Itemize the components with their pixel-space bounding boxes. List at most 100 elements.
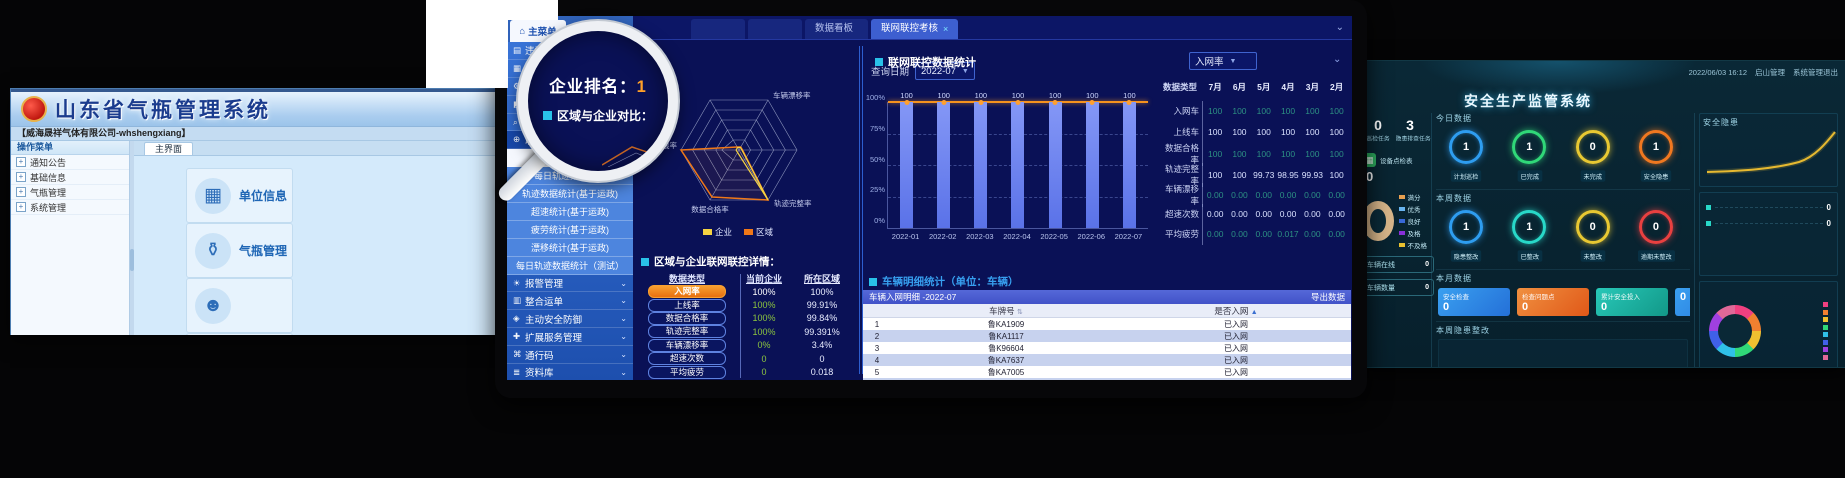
document-tab[interactable]: 联网联控考核× <box>871 19 958 39</box>
gauge-ring: 1 <box>1639 130 1673 164</box>
nav-item[interactable]: + 系统管理 <box>11 200 129 215</box>
sidebar-menu-item[interactable]: ◈ 主动安全防御 ⌄ <box>507 310 633 328</box>
bar-cell: 100 <box>974 102 987 228</box>
sidebar-menu-item[interactable]: 超速统计(基于运政) <box>507 203 633 221</box>
user-name[interactable]: 启山管理 <box>1755 67 1785 78</box>
legend-item: 满分 <box>1399 192 1428 202</box>
vehicle-row[interactable]: 5 鲁KA7005 已入网 <box>863 366 1351 378</box>
region-value: 99.391% <box>793 327 851 337</box>
gauge: 1 计划巡检 <box>1438 128 1494 184</box>
menu-item-icon: ⊕ <box>513 134 525 145</box>
stat-card[interactable]: 安全检查 0 <box>1438 288 1510 316</box>
metric-button[interactable]: 超速次数 <box>648 352 726 365</box>
region-value: 99.91% <box>793 300 851 310</box>
chevron-down-icon[interactable]: ⌄ <box>1336 22 1344 33</box>
section-square-icon <box>869 278 877 286</box>
sidebar-menu-item[interactable]: ▥ 整合运单 ⌄ <box>507 292 633 310</box>
expand-plus-icon[interactable]: + <box>16 202 26 212</box>
legend-item: 不及格 <box>1399 240 1428 250</box>
table-divider <box>740 274 741 378</box>
menu-item-icon: ≣ <box>513 367 525 378</box>
vehicle-stat-value: 0 <box>1425 284 1429 291</box>
main-content: 主界面 ▦ 单位信息 ⚱ 气瓶管理 ☻ ✎ <box>134 141 507 335</box>
sidebar-menu-item[interactable]: 漂移统计(基于运政) <box>507 239 633 257</box>
network-status: 已入网 <box>1121 343 1351 354</box>
plate-number: 鲁K96604 <box>891 343 1121 354</box>
col-header-status[interactable]: 是否入网 ▲ <box>1121 305 1351 317</box>
expand-plus-icon[interactable]: + <box>16 157 26 167</box>
function-tile[interactable]: ✎ 使用登记 <box>186 333 293 335</box>
metric-button[interactable]: 入网率 <box>648 285 726 298</box>
metric-dropdown[interactable]: 入网率 ▼ <box>1189 52 1257 70</box>
chevron-down-icon: ⌄ <box>620 314 627 323</box>
row-number: 1 <box>863 320 891 329</box>
company-value: 100% <box>735 327 793 337</box>
function-tile[interactable]: ☻ <box>186 278 293 333</box>
document-tab[interactable] <box>691 19 745 39</box>
col-header-plate[interactable]: 车牌号 ⇅ <box>891 305 1121 317</box>
national-emblem-icon <box>21 96 47 122</box>
vehicle-row[interactable]: 3 鲁K96604 已入网 <box>863 342 1351 354</box>
document-tab[interactable]: 数据看板 <box>805 19 868 39</box>
enterprise-rank: 企业排名：1 <box>528 73 668 97</box>
chevron-down-icon: ⌄ <box>620 332 627 341</box>
stat-card[interactable]: 检查问题点 0 <box>1517 288 1589 316</box>
nav-item[interactable]: + 气瓶管理 <box>11 185 129 200</box>
logout-link[interactable]: 系统管理退出 <box>1793 67 1838 78</box>
company-value: 0 <box>735 367 793 377</box>
sort-asc-icon[interactable]: ▲ <box>1251 309 1258 316</box>
menu-item-label: 主动安全防御 <box>525 312 620 326</box>
chevron-down-icon[interactable]: ⌄ <box>1333 54 1341 65</box>
metric-button[interactable]: 车辆漂移率 <box>648 339 726 352</box>
section-week-rectify: 本周隐患整改 <box>1436 325 1690 336</box>
metric-button[interactable]: 上线率 <box>648 299 726 312</box>
expand-plus-icon[interactable]: + <box>16 172 26 182</box>
vehicle-row[interactable]: 1 鲁KA1909 已入网 <box>863 318 1351 330</box>
expand-plus-icon[interactable]: + <box>16 187 26 197</box>
legend-swatch <box>1823 310 1828 315</box>
sidebar-menu-item[interactable]: 轨迹数据统计(基于运政) <box>507 185 633 203</box>
function-tile[interactable]: ▦ 单位信息 <box>186 168 293 223</box>
tab-main[interactable]: 主界面 <box>144 142 193 155</box>
export-button[interactable]: 导出数据 <box>1311 291 1345 303</box>
metric-button[interactable]: 平均疲劳 <box>648 366 726 379</box>
sidebar-menu-item[interactable]: ≣ 资料库 ⌄ <box>507 364 633 380</box>
month-table-row: 入网车 100 100 100 100 100 100 <box>1157 101 1349 122</box>
company-value: 100% <box>735 300 793 310</box>
investment-legend <box>1823 302 1828 360</box>
vehicle-row[interactable]: 6 鲁K56951 已入网 <box>863 378 1351 380</box>
vehicle-stat-label: 车辆数量 <box>1367 283 1395 293</box>
metric-button[interactable]: 轨迹完整率 <box>648 325 726 338</box>
network-status: 已入网 <box>1121 331 1351 342</box>
company-value: 100% <box>735 313 793 323</box>
sort-icon[interactable]: ⇅ <box>1017 309 1023 316</box>
detail-row: 轨迹完整率 100% 99.391% <box>639 325 855 338</box>
y-tick-label: 0% <box>861 216 885 225</box>
document-tab[interactable] <box>748 19 802 39</box>
sidebar-menu-item[interactable]: 每日轨迹数据统计（测试） <box>507 257 633 275</box>
bar-cell: 100 <box>1123 102 1136 228</box>
gauge: 1 已整改 <box>1501 208 1557 264</box>
stat-card[interactable]: 0 <box>1675 288 1690 316</box>
network-status: 已入网 <box>1121 367 1351 378</box>
row-number: 4 <box>863 356 891 365</box>
metric-button[interactable]: 数据合格率 <box>648 312 726 325</box>
vehicle-stat-box: 车辆数量 0 <box>1362 279 1434 296</box>
nav-item[interactable]: + 基础信息 <box>11 170 129 185</box>
gauge-label: 安全隐患 <box>1641 170 1671 181</box>
close-icon[interactable]: × <box>943 19 948 39</box>
vehicle-row[interactable]: 2 鲁KA1117 已入网 <box>863 330 1351 342</box>
x-tick-label: 2022-03 <box>966 232 994 241</box>
sidebar-menu-item[interactable]: ⌘ 通行码 ⌄ <box>507 346 633 364</box>
nav-item[interactable]: + 通知公告 <box>11 155 129 170</box>
plate-number: 鲁K56951 <box>891 379 1121 381</box>
app-title: 安全生产监管系统 <box>1418 91 1638 111</box>
bar-cell: 100 <box>1011 102 1024 228</box>
row-number: 2 <box>863 332 891 341</box>
sidebar-menu-item[interactable]: ✚ 扩展服务管理 ⌄ <box>507 328 633 346</box>
function-tile[interactable]: ⚱ 气瓶管理 <box>186 223 293 278</box>
stat-card[interactable]: 累计安全投入 0 <box>1596 288 1668 316</box>
sidebar-menu-item[interactable]: 疲劳统计(基于运政) <box>507 221 633 239</box>
sidebar-menu-item[interactable]: ☀ 报警管理 ⌄ <box>507 275 633 293</box>
vehicle-row[interactable]: 4 鲁KA7637 已入网 <box>863 354 1351 366</box>
